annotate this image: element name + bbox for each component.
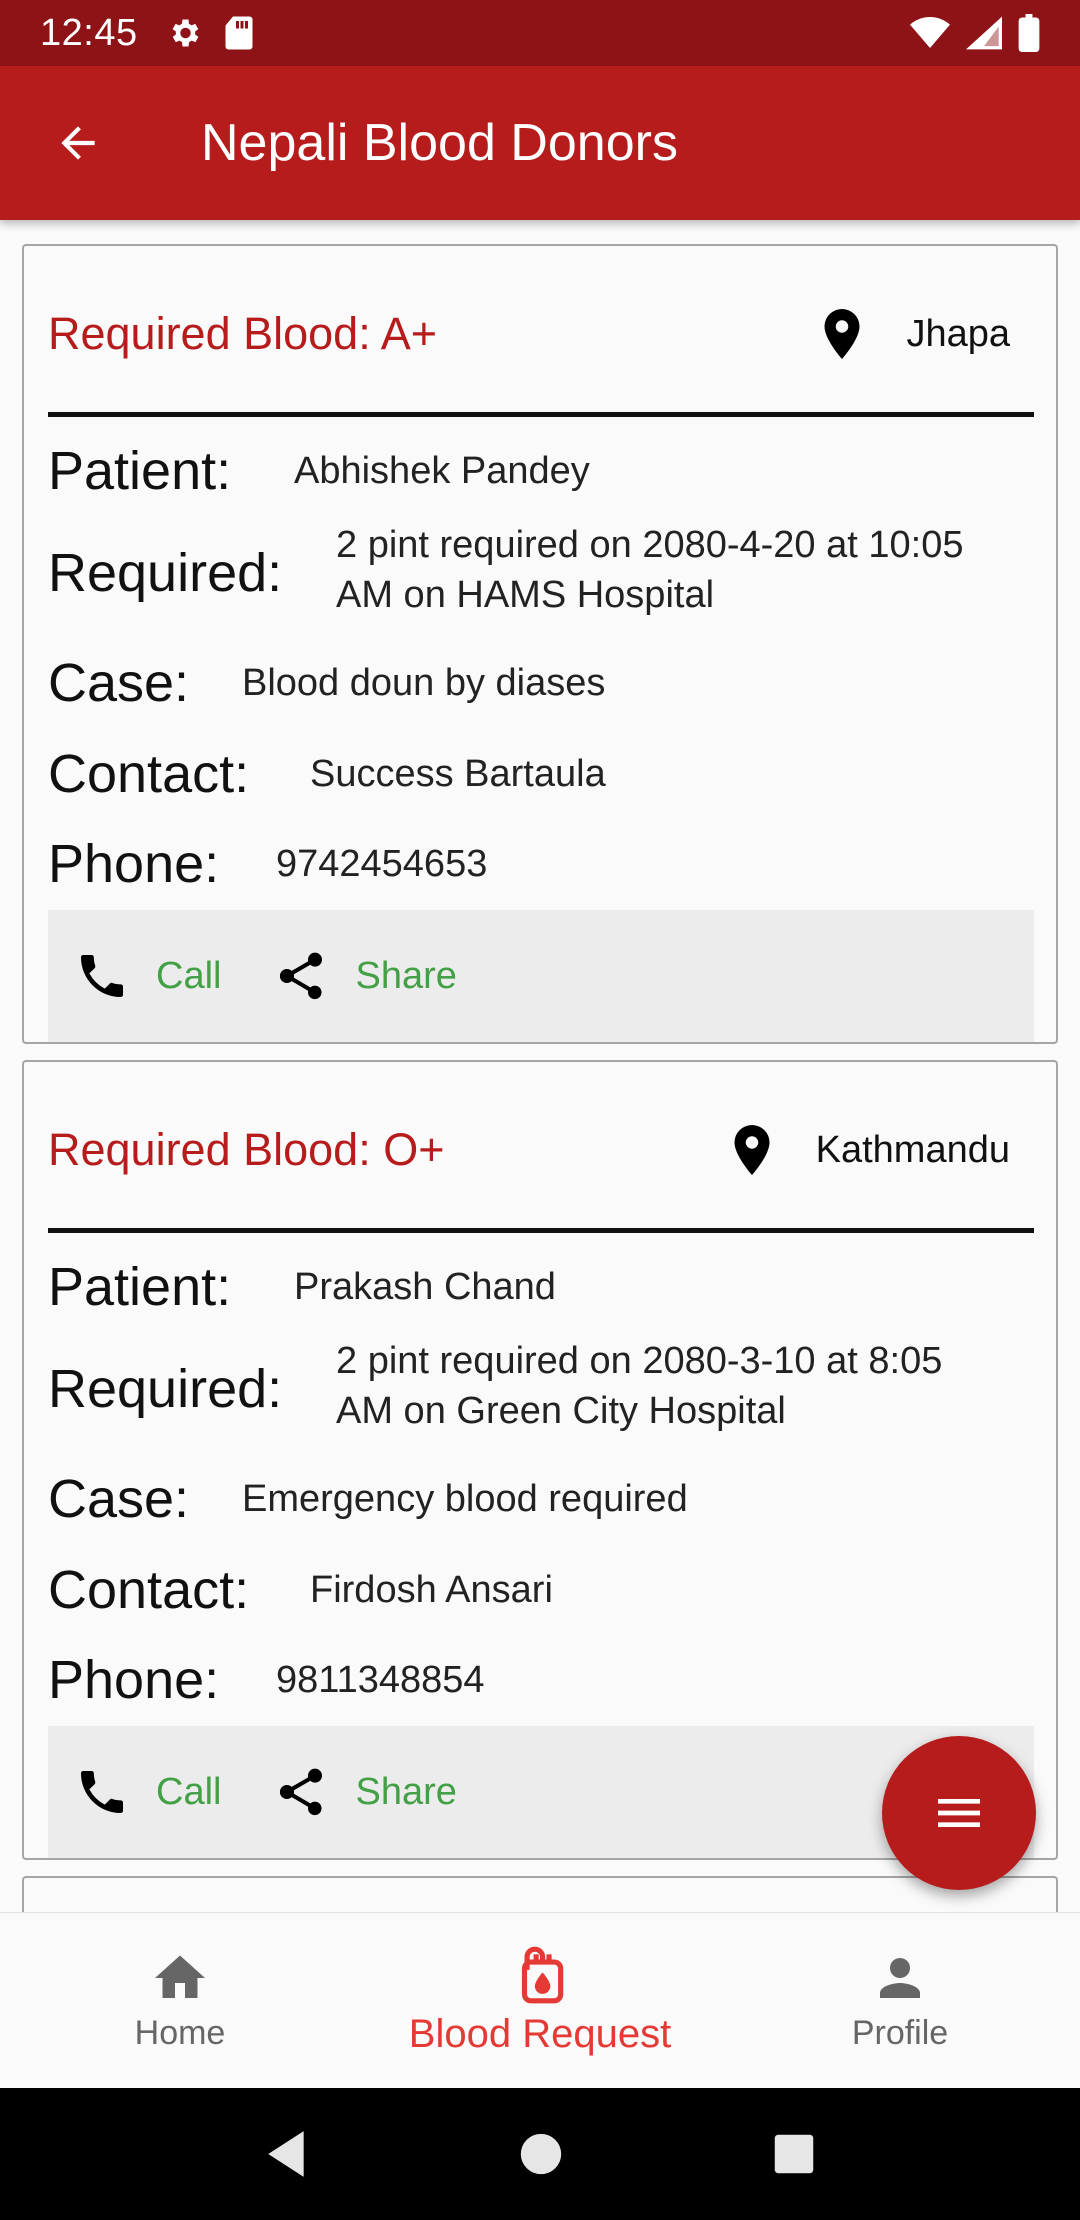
nav-recents-icon[interactable]	[773, 2133, 815, 2175]
call-label: Call	[156, 954, 222, 997]
arrow-back-icon	[61, 126, 95, 160]
case-label: Case:	[48, 653, 190, 713]
patient-name: Abhishek Pandey	[294, 450, 590, 492]
home-icon	[155, 1955, 205, 1998]
nav-home-label: Home	[134, 2014, 226, 2052]
case-text: Blood doun by diases	[242, 662, 606, 704]
request-card: Required Blood: A+ Jhapa Patient: Abhish…	[22, 244, 1058, 1044]
patient-label: Patient:	[48, 441, 232, 501]
case-text: Emergency blood required	[242, 1478, 688, 1520]
location: Kathmandu	[722, 1120, 1010, 1180]
location-pin-icon	[734, 1125, 770, 1175]
page-title: Nepali Blood Donors	[201, 114, 678, 172]
required-blood-label: Required Blood: A+	[48, 308, 438, 359]
required-line-1: 2 pint required on 2080-4-20 at 10:05	[336, 524, 964, 566]
location-text: Kathmandu	[815, 1128, 1010, 1171]
bottom-nav: Home Blood Request Profile	[0, 1912, 1080, 2088]
required-label: Required:	[48, 543, 283, 603]
divider	[48, 412, 1034, 417]
call-label: Call	[156, 1770, 222, 1813]
share-button[interactable]: Share	[273, 948, 457, 1004]
settings-icon	[172, 19, 198, 47]
nav-home[interactable]: Home	[0, 1913, 360, 2088]
share-label: Share	[355, 1770, 457, 1813]
share-icon	[280, 952, 323, 1000]
share-label: Share	[355, 954, 457, 997]
menu-icon	[938, 1799, 980, 1827]
battery-icon	[1018, 14, 1040, 52]
case-label: Case:	[48, 1469, 190, 1529]
required-line-2: AM on HAMS Hospital	[336, 574, 715, 616]
contact-label: Contact:	[48, 1560, 250, 1620]
patient-label: Patient:	[48, 1257, 232, 1317]
nav-back-icon[interactable]	[265, 2129, 309, 2179]
system-nav-bar	[0, 2088, 1080, 2220]
nav-profile[interactable]: Profile	[720, 1913, 1080, 2088]
phone-label: Phone:	[48, 1650, 220, 1710]
required-details: 2 pint required on 2080-3-10 at 8:05 AM …	[336, 1336, 942, 1436]
phone-icon	[81, 955, 123, 997]
sd-card-icon	[225, 16, 253, 50]
request-card	[22, 1876, 1058, 1912]
back-button[interactable]	[40, 105, 116, 181]
required-blood-label: Required Blood: O+	[48, 1124, 445, 1175]
status-bar: 12:45	[0, 0, 1080, 66]
menu-fab[interactable]	[882, 1736, 1036, 1890]
status-time: 12:45	[40, 11, 138, 54]
share-button[interactable]: Share	[273, 1764, 457, 1820]
contact-name: Firdosh Ansari	[310, 1569, 553, 1611]
divider	[48, 1228, 1034, 1233]
location-text: Jhapa	[906, 312, 1010, 355]
nav-profile-label: Profile	[851, 2014, 949, 2052]
nav-blood-request-label: Blood Request	[408, 2012, 672, 2056]
contact-label: Contact:	[48, 744, 250, 804]
nav-blood-request[interactable]: Blood Request	[360, 1913, 720, 2088]
phone-number: 9742454653	[276, 843, 488, 885]
signal-icon	[966, 16, 1002, 50]
wifi-icon	[910, 17, 950, 48]
phone-icon	[81, 1771, 123, 1813]
call-button[interactable]: Call	[74, 1764, 221, 1820]
required-line-1: 2 pint required on 2080-3-10 at 8:05	[336, 1340, 943, 1382]
location-pin-icon	[824, 309, 860, 359]
phone-label: Phone:	[48, 834, 220, 894]
contact-name: Success Bartaula	[310, 753, 606, 795]
phone-number: 9811348854	[276, 1659, 485, 1701]
share-icon	[280, 1768, 323, 1816]
required-label: Required:	[48, 1359, 283, 1419]
request-card: Required Blood: O+ Kathmandu Patient: Pr…	[22, 1060, 1058, 1860]
app-bar: Nepali Blood Donors	[0, 66, 1080, 220]
call-button[interactable]: Call	[74, 948, 221, 1004]
nav-home-circle-icon[interactable]	[519, 2132, 563, 2176]
person-icon	[880, 1958, 920, 1998]
action-bar: Call Share	[48, 910, 1034, 1042]
required-details: 2 pint required on 2080-4-20 at 10:05 AM…	[336, 520, 963, 620]
location: Jhapa	[812, 304, 1010, 364]
required-line-2: AM on Green City Hospital	[336, 1390, 786, 1432]
patient-name: Prakash Chand	[294, 1266, 556, 1308]
blood-bag-icon	[521, 1946, 564, 2004]
request-list[interactable]: Required Blood: A+ Jhapa Patient: Abhish…	[0, 220, 1080, 1912]
